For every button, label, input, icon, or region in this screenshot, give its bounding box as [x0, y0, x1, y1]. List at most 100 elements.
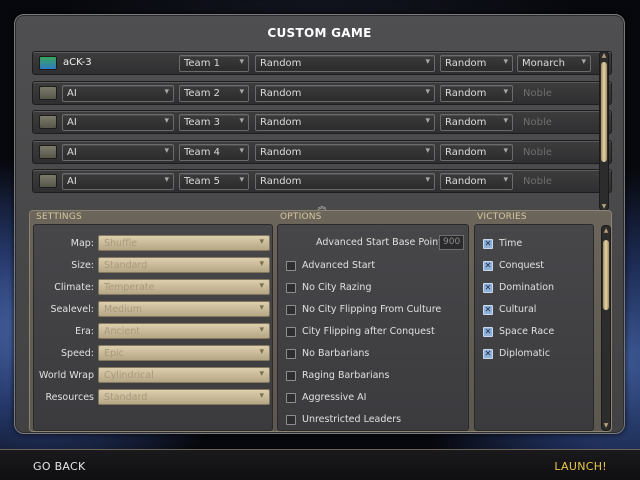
era-dropdown[interactable]: Ancient ▾ — [98, 323, 270, 339]
checkbox[interactable] — [286, 349, 296, 359]
chevron-down-icon: ▾ — [425, 175, 430, 185]
civilization-dropdown[interactable]: Random ▾ — [255, 144, 435, 161]
scroll-down-icon[interactable]: ▼ — [602, 422, 610, 429]
team-dropdown[interactable]: Team 5 ▾ — [179, 173, 249, 190]
option-unrestricted-leaders[interactable]: Unrestricted Leaders — [286, 412, 466, 430]
checkbox[interactable] — [286, 305, 296, 315]
option-label: City Flipping after Conquest — [302, 326, 435, 337]
option-no-city-flipping[interactable]: No City Flipping From Culture — [286, 302, 466, 320]
victory-domination[interactable]: ✕ Domination — [483, 280, 640, 298]
civilization-dropdown[interactable]: Random ▾ — [255, 85, 435, 102]
option-label: Advanced Start — [302, 260, 376, 271]
scroll-down-icon[interactable]: ▼ — [600, 203, 608, 210]
team-dropdown[interactable]: Team 1 ▾ — [179, 55, 249, 72]
victory-time[interactable]: ✕ Time — [483, 236, 640, 254]
civilization-dropdown[interactable]: Random ▾ — [255, 114, 435, 131]
chevron-down-icon: ▾ — [239, 146, 244, 156]
victory-label: Cultural — [499, 304, 537, 315]
checkbox-checked[interactable]: ✕ — [483, 349, 493, 359]
player-row: AI ▾ Team 3 ▾ Random ▾ Random ▾ Noble — [32, 110, 612, 134]
player-row: AI ▾ Team 2 ▾ Random ▾ Random ▾ Noble — [32, 81, 612, 105]
speed-dropdown[interactable]: Epic ▾ — [98, 345, 270, 361]
footer-bar: GO BACK LAUNCH! — [0, 449, 640, 480]
checkbox-checked[interactable]: ✕ — [483, 239, 493, 249]
player-type-dropdown[interactable]: AI ▾ — [62, 85, 174, 102]
player-type-dropdown[interactable]: AI ▾ — [62, 144, 174, 161]
leader-dropdown[interactable]: Random ▾ — [440, 173, 513, 190]
team-dropdown[interactable]: Team 4 ▾ — [179, 144, 249, 161]
checkbox-checked[interactable]: ✕ — [483, 305, 493, 315]
leader-dropdown[interactable]: Random ▾ — [440, 85, 513, 102]
setting-label: Era: — [75, 326, 94, 337]
checkbox-checked[interactable]: ✕ — [483, 327, 493, 337]
checkbox-checked[interactable]: ✕ — [483, 261, 493, 271]
difficulty-dropdown[interactable]: Monarch ▾ — [517, 55, 591, 72]
chevron-down-icon: ▾ — [259, 347, 264, 357]
chevron-down-icon: ▾ — [239, 116, 244, 126]
setting-label: Speed: — [61, 348, 94, 359]
setting-row-resources: Resources Standard ▾ — [34, 388, 274, 408]
resources-dropdown[interactable]: Standard ▾ — [98, 389, 270, 405]
scroll-up-icon[interactable]: ▲ — [600, 52, 608, 59]
player-row: AI ▾ Team 5 ▾ Random ▾ Random ▾ Noble — [32, 169, 612, 193]
victory-diplomatic[interactable]: ✕ Diplomatic — [483, 346, 640, 364]
sealevel-dropdown[interactable]: Medium ▾ — [98, 301, 270, 317]
victory-conquest[interactable]: ✕ Conquest — [483, 258, 640, 276]
scroll-up-icon[interactable]: ▲ — [602, 227, 610, 234]
checkbox-checked[interactable]: ✕ — [483, 283, 493, 293]
option-advanced-start[interactable]: Advanced Start — [286, 258, 466, 276]
victory-space-race[interactable]: ✕ Space Race — [483, 324, 640, 342]
checkbox[interactable] — [286, 415, 296, 425]
option-label: Aggressive AI — [302, 392, 367, 403]
player-type-dropdown[interactable]: AI ▾ — [62, 114, 174, 131]
leader-dropdown[interactable]: Random ▾ — [440, 114, 513, 131]
option-city-flipping-conquest[interactable]: City Flipping after Conquest — [286, 324, 466, 342]
chevron-down-icon: ▾ — [425, 146, 430, 156]
world-wrap-dropdown[interactable]: Cylindrical ▾ — [98, 367, 270, 383]
player-row: aCK-3 Team 1 ▾ Random ▾ Random ▾ Monarch ▾ — [32, 51, 612, 75]
victory-cultural[interactable]: ✕ Cultural — [483, 302, 640, 320]
option-raging-barbarians[interactable]: Raging Barbarians — [286, 368, 466, 386]
scrollbar-thumb[interactable] — [603, 240, 609, 310]
team-dropdown[interactable]: Team 3 ▾ — [179, 114, 249, 131]
launch-button[interactable]: LAUNCH! — [554, 460, 607, 473]
chevron-down-icon: ▾ — [239, 175, 244, 185]
game-options-panel: SETTINGS OPTIONS VICTORIES Map: Shuffle ▾… — [29, 210, 612, 432]
checkbox[interactable] — [286, 393, 296, 403]
setting-row-climate: Climate: Temperate ▾ — [34, 278, 274, 298]
civilization-dropdown[interactable]: Random ▾ — [255, 173, 435, 190]
chevron-down-icon: ▾ — [259, 281, 264, 291]
advanced-start-points-input[interactable]: 900 — [439, 235, 464, 250]
checkbox[interactable] — [286, 283, 296, 293]
checkbox[interactable] — [286, 261, 296, 271]
player-list-scrollbar[interactable]: ▲ ▼ — [599, 51, 609, 211]
climate-dropdown[interactable]: Temperate ▾ — [98, 279, 270, 295]
leader-dropdown[interactable]: Random ▾ — [440, 144, 513, 161]
chevron-down-icon: ▾ — [425, 57, 430, 67]
option-aggressive-ai[interactable]: Aggressive AI — [286, 390, 466, 408]
setting-row-sealevel: Sealevel: Medium ▾ — [34, 300, 274, 320]
size-dropdown[interactable]: Standard ▾ — [98, 257, 270, 273]
page-title: CUSTOM GAME — [267, 26, 372, 40]
leader-dropdown[interactable]: Random ▾ — [440, 55, 513, 72]
player-type-dropdown[interactable]: AI ▾ — [62, 173, 174, 190]
option-no-barbarians[interactable]: No Barbarians — [286, 346, 466, 364]
option-no-city-razing[interactable]: No City Razing — [286, 280, 466, 298]
chevron-down-icon: ▾ — [259, 391, 264, 401]
setting-row-world-wrap: World Wrap Cylindrical ▾ — [34, 366, 274, 386]
chevron-down-icon: ▾ — [425, 116, 430, 126]
player-name: aCK-3 — [63, 57, 92, 68]
victory-label: Space Race — [499, 326, 555, 337]
checkbox[interactable] — [286, 327, 296, 337]
map-dropdown[interactable]: Shuffle ▾ — [98, 235, 270, 251]
options-scrollbar[interactable]: ▲ ▼ — [601, 225, 611, 431]
scrollbar-thumb[interactable] — [601, 62, 607, 162]
setting-row-era: Era: Ancient ▾ — [34, 322, 274, 342]
setting-label: Size: — [71, 260, 94, 271]
victories-column: ✕ Time ✕ Conquest ✕ Domination ✕ Cultura… — [474, 224, 594, 431]
team-dropdown[interactable]: Team 2 ▾ — [179, 85, 249, 102]
advanced-start-points-label: Advanced Start Base Points: — [316, 237, 451, 248]
checkbox[interactable] — [286, 371, 296, 381]
civilization-dropdown[interactable]: Random ▾ — [255, 55, 435, 72]
go-back-button[interactable]: GO BACK — [33, 460, 86, 473]
